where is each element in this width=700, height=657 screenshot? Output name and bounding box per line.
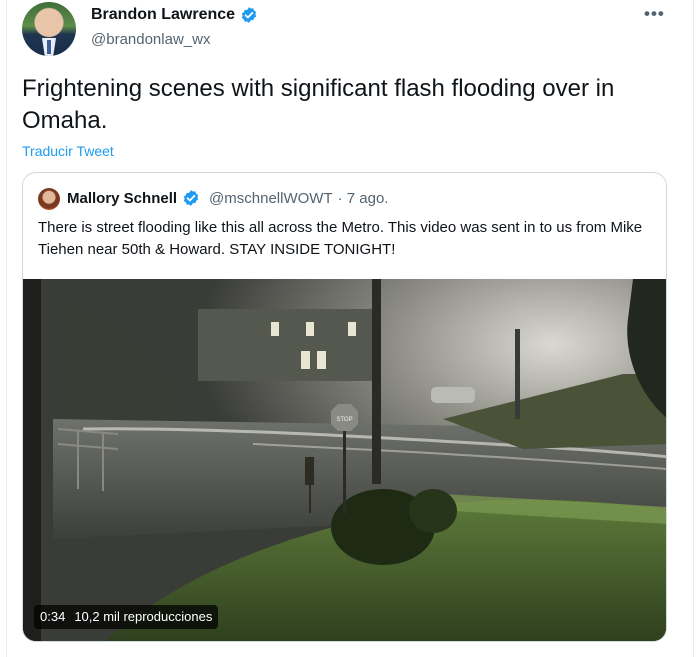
house-shape [198, 309, 373, 381]
video-duration: 0:34 [40, 609, 66, 624]
quoted-author-avatar[interactable] [38, 188, 60, 210]
author-avatar[interactable] [22, 2, 76, 56]
more-horizontal-icon[interactable]: ••• [644, 4, 665, 24]
author-handle[interactable]: @brandonlaw_wx [91, 31, 210, 48]
avatar-tie [47, 40, 51, 54]
quoted-tweet[interactable]: Mallory Schnell @mschnellWOWT · 7 ago. T… [22, 172, 667, 642]
verified-badge-icon [183, 190, 199, 206]
tweet-text: Frightening scenes with significant flas… [22, 75, 615, 134]
stop-sign-post [343, 429, 346, 514]
quoted-author-handle[interactable]: @mschnellWOWT [209, 190, 333, 207]
quoted-timestamp[interactable]: · 7 ago. [338, 190, 389, 207]
author-name-row: Brandon Lawrence [91, 6, 258, 24]
utility-pole [372, 279, 381, 484]
stop-sign-label: STOP [336, 417, 352, 423]
video-views: 10,2 mil reproducciones [74, 609, 213, 624]
author-name[interactable]: Brandon Lawrence [91, 6, 235, 24]
video-frame: STOP [23, 279, 666, 641]
quoted-header: Mallory Schnell @mschnellWOWT · 7 ago. [67, 189, 388, 207]
verified-badge-icon [241, 7, 257, 23]
video-info-badge: 0:34 10,2 mil reproducciones [34, 605, 219, 629]
car-shape [431, 387, 475, 403]
translate-tweet-link[interactable]: Traducir Tweet [22, 143, 114, 159]
video-player[interactable]: STOP 0:34 10,2 mil reproducciones [23, 279, 666, 641]
quoted-text: There is street flooding like this all a… [38, 219, 643, 258]
quoted-author-name[interactable]: Mallory Schnell [67, 190, 177, 207]
